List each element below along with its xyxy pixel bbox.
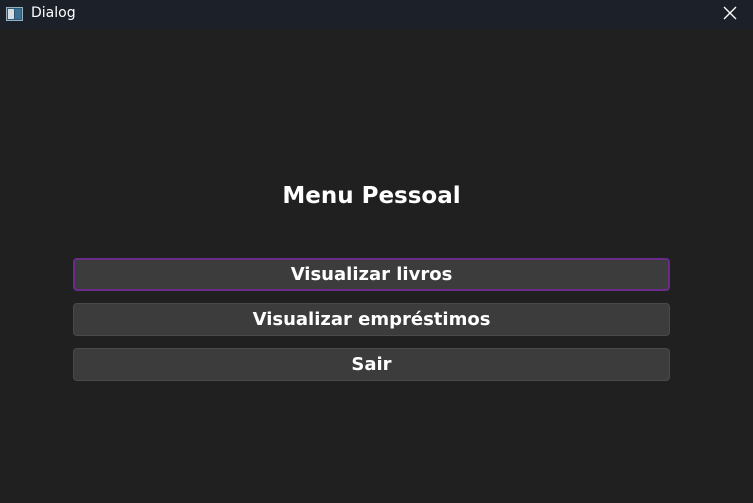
close-icon [723,5,737,24]
title-bar: Dialog [0,0,753,29]
page-title: Menu Pessoal [282,183,461,209]
window-title: Dialog [31,5,76,21]
app-icon [6,6,23,21]
dialog-window: Dialog Menu Pessoal Visualizar livros Vi… [0,0,753,503]
exit-button[interactable]: Sair [73,348,670,381]
close-button[interactable] [707,0,753,29]
view-books-button[interactable]: Visualizar livros [73,258,670,291]
view-loans-button[interactable]: Visualizar empréstimos [73,303,670,336]
